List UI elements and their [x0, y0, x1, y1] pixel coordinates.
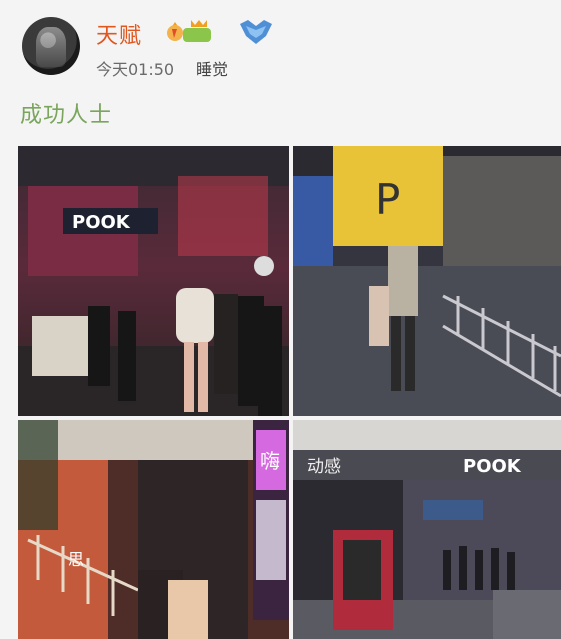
photo-grid: POOK P 思 嗨 动感 POOK [18, 146, 561, 639]
user-avatar[interactable] [22, 17, 80, 75]
street-sign-right-text: POOK [463, 456, 522, 477]
vip-badge-icon[interactable] [163, 16, 215, 46]
photo-2[interactable]: P [293, 146, 561, 416]
post-text: 成功人士 [20, 103, 113, 128]
street-sign-left-text: 动感 [307, 457, 341, 477]
neon-sign-text: 嗨 [260, 449, 280, 473]
post-time: 今天01:50 [96, 60, 175, 79]
parking-sign-text: P [375, 175, 400, 224]
username[interactable]: 天赋 [96, 18, 142, 50]
club-sign-text: POOK [72, 212, 131, 233]
post-source[interactable]: 睡觉 [196, 56, 228, 80]
photo-1[interactable]: POOK [18, 146, 289, 416]
parking-lot-image: P [293, 146, 561, 416]
neon-staircase-image: 思 嗨 [18, 420, 289, 639]
nightclub-entrance-image: POOK [18, 146, 289, 416]
photo-4[interactable]: 动感 POOK [293, 420, 561, 639]
avatar-silhouette [36, 27, 66, 67]
street-night-image: 动感 POOK [293, 420, 561, 639]
post-header: 天赋 今天01:50 睡觉 [0, 0, 561, 90]
league-badge-icon[interactable] [238, 18, 274, 46]
stair-sign-text: 思 [68, 550, 84, 569]
photo-3[interactable]: 思 嗨 [18, 420, 289, 639]
